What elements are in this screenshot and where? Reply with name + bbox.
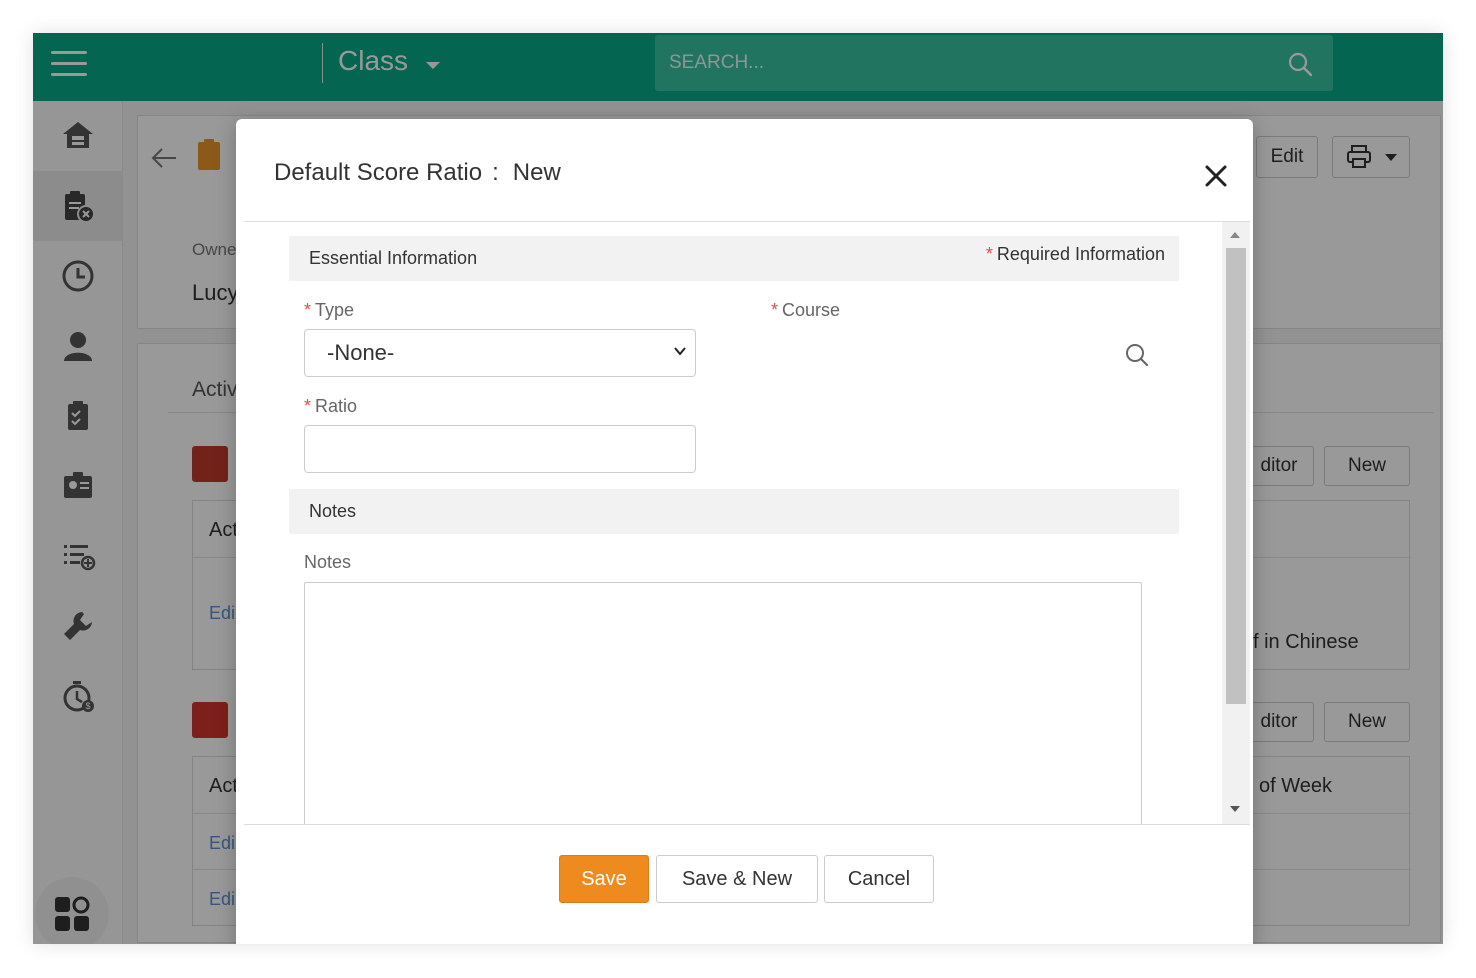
essential-info-section: Essential Information * Required Informat…	[289, 236, 1179, 281]
app-window: Class $	[33, 33, 1443, 944]
scroll-up-arrow[interactable]	[1230, 232, 1240, 238]
course-label: * Course	[771, 300, 841, 320]
notes-textarea[interactable]	[304, 582, 1142, 824]
search-icon[interactable]	[1124, 342, 1150, 368]
section-title: Notes	[309, 501, 357, 521]
save-button[interactable]: Save	[559, 855, 649, 903]
new-record-dialog: Default Score Ratio: New Essential Inform…	[236, 119, 1253, 944]
save-and-new-button[interactable]: Save & New	[656, 855, 818, 903]
dialog-body: Essential Information * Required Informat…	[244, 222, 1226, 824]
dialog-mode: New	[512, 159, 561, 186]
ratio-label: * Ratio	[304, 396, 358, 416]
scroll-thumb[interactable]	[1226, 248, 1246, 704]
required-info-note: * Required Information	[985, 244, 1165, 264]
notes-label: Notes	[304, 552, 352, 572]
section-title: Essential Information	[309, 248, 478, 268]
chevron-down-icon	[674, 347, 686, 356]
dialog-scrollbar[interactable]	[1222, 222, 1250, 824]
close-icon[interactable]	[1201, 161, 1231, 191]
ratio-input[interactable]	[304, 425, 696, 473]
notes-section: Notes	[289, 489, 1179, 534]
cancel-button[interactable]: Cancel	[824, 855, 934, 903]
dialog-title: Default Score Ratio: New	[274, 159, 561, 186]
dialog-title-text: Default Score Ratio	[274, 159, 483, 186]
divider	[244, 824, 1250, 825]
type-label: * Type	[304, 300, 355, 320]
type-select[interactable]: -None-	[304, 329, 696, 377]
scroll-down-arrow[interactable]	[1230, 806, 1240, 812]
